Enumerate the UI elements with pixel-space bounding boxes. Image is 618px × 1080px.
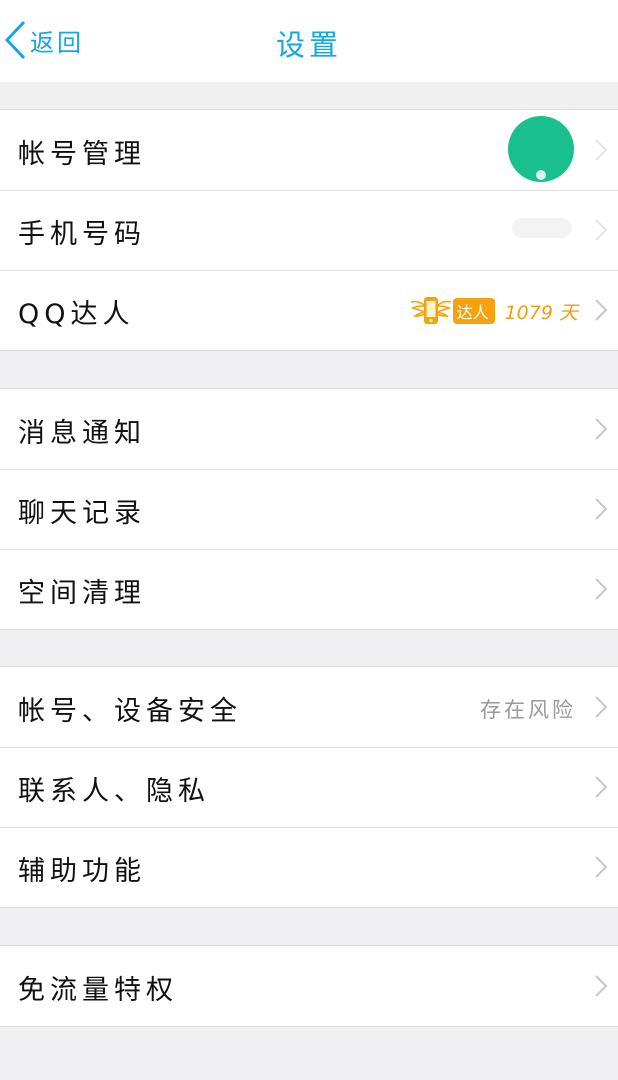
settings-group-security: 帐号、设备安全 存在风险 联系人、隐私 辅助功能 <box>0 666 618 908</box>
row-chat-history[interactable]: 聊天记录 <box>0 469 618 549</box>
row-space-cleanup[interactable]: 空间清理 <box>0 549 618 629</box>
row-account-device-security[interactable]: 帐号、设备安全 存在风险 <box>0 667 618 747</box>
row-label: 帐号、设备安全 <box>18 696 242 727</box>
row-label: 空间清理 <box>18 578 146 609</box>
settings-group-account: 帐号管理 手机号码 QQ达人 达人 1079 天 <box>0 109 618 351</box>
winged-phone-icon <box>410 297 451 324</box>
chevron-right-icon <box>595 219 608 241</box>
row-phone-number[interactable]: 手机号码 <box>0 190 618 270</box>
chevron-right-icon <box>595 856 608 878</box>
navigation-bar: 返回 设置 <box>0 0 618 82</box>
row-account-management[interactable]: 帐号管理 <box>0 110 618 190</box>
row-message-notification[interactable]: 消息通知 <box>0 389 618 469</box>
chevron-right-icon <box>595 696 608 718</box>
row-label: 手机号码 <box>18 219 146 250</box>
row-label: 聊天记录 <box>18 498 146 529</box>
settings-group-data: 免流量特权 <box>0 945 618 1027</box>
settings-group-messages: 消息通知 聊天记录 空间清理 <box>0 388 618 630</box>
row-accessibility[interactable]: 辅助功能 <box>0 827 618 907</box>
chevron-right-icon <box>595 139 608 161</box>
page-title: 设置 <box>275 28 342 62</box>
row-label: 免流量特权 <box>18 975 178 1006</box>
row-label: 联系人、隐私 <box>18 776 210 807</box>
row-contacts-privacy[interactable]: 联系人、隐私 <box>0 747 618 827</box>
security-status: 存在风险 <box>480 698 576 722</box>
row-label: 辅助功能 <box>18 856 146 887</box>
chevron-right-icon <box>595 498 608 520</box>
row-free-data-privilege[interactable]: 免流量特权 <box>0 946 618 1026</box>
daren-badge: 达人 <box>452 298 495 324</box>
chevron-right-icon <box>595 578 608 600</box>
row-label: 帐号管理 <box>18 139 146 170</box>
daren-indicator: 达人 1079 天 <box>409 294 578 328</box>
avatar <box>508 116 574 182</box>
row-label: 消息通知 <box>18 418 146 449</box>
daren-days: 1079 天 <box>504 301 578 324</box>
row-label: QQ达人 <box>18 299 135 330</box>
chevron-right-icon <box>595 418 608 440</box>
chevron-right-icon <box>595 776 608 798</box>
phone-number-redacted <box>512 218 572 238</box>
row-qq-daren[interactable]: QQ达人 达人 1079 天 <box>0 270 618 350</box>
chevron-right-icon <box>595 299 608 321</box>
chevron-right-icon <box>595 975 608 997</box>
